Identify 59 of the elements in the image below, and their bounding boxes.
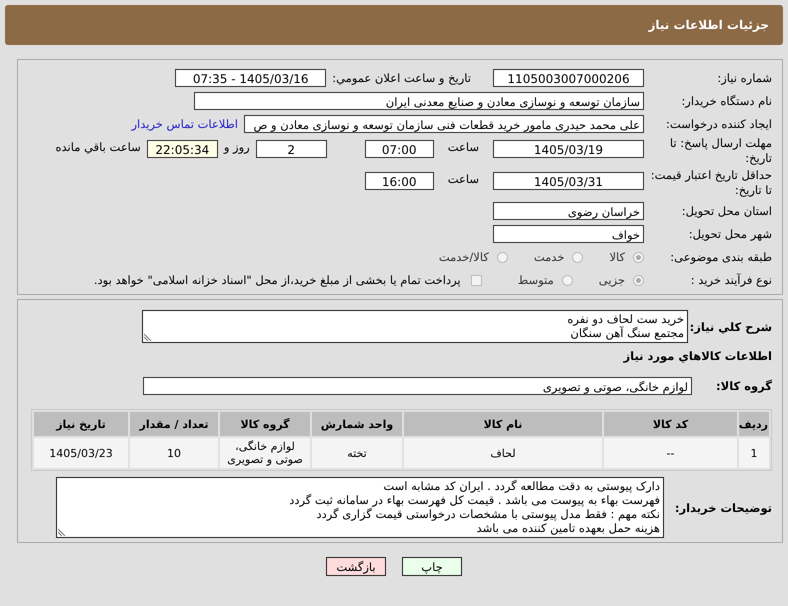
process-radio[interactable]: متوسط	[518, 273, 573, 287]
category-radio[interactable]: کالا/خدمت	[438, 250, 508, 264]
column-header: کد کالا	[604, 412, 737, 436]
process-radio[interactable]: جزیی	[598, 273, 644, 287]
need-number-field[interactable]: 1105003007000206	[493, 69, 644, 87]
table-cell: 10	[130, 438, 218, 468]
field-label: استان محل تحویل:	[680, 204, 773, 218]
remaining-time-field[interactable]: 22:05:34	[146, 140, 218, 158]
column-header: نام کالا	[404, 412, 602, 436]
field-label: شماره نیاز:	[716, 71, 773, 85]
validity-date-field[interactable]: 1405/03/31	[493, 172, 644, 190]
field-label: شرح کلي نیاز:	[692, 320, 773, 334]
table-cell: لوازم خانگی، صوتی و تصویری	[220, 438, 310, 468]
print-button[interactable]: چاپ	[402, 557, 462, 576]
buyer-org-field[interactable]: سازمان توسعه و نوسازی معادن و صنایع معدنی ایران	[194, 92, 644, 110]
city-field[interactable]: خواف	[493, 225, 644, 243]
buyer-contact-link[interactable]: اطلاعات تماس خریدار	[131, 117, 238, 131]
province-field[interactable]: خراسان رضوی	[493, 202, 644, 220]
field-label: حداقل تاریخ اعتبار قیمت: تا تاریخ:	[650, 168, 773, 198]
requester-field[interactable]: علی محمد حیدری مامور خرید قطعات فنی سازمان توسعه و نوسازی معادن و ص	[244, 115, 644, 133]
days-field[interactable]: 2	[256, 140, 327, 158]
table-cell: 1	[739, 438, 769, 468]
field-label: طبقه بندی موضوعی:	[669, 250, 773, 264]
field-label: ساعت	[448, 140, 479, 154]
category-radio[interactable]: خدمت	[534, 250, 584, 264]
back-button[interactable]: بازگشت	[326, 557, 386, 576]
field-label: گروه کالا:	[715, 379, 773, 393]
column-header: گروه کالا	[220, 412, 310, 436]
resize-grip-icon[interactable]	[144, 333, 152, 341]
column-header: تاریخ نیاز	[34, 412, 128, 436]
deadline-date-field[interactable]: 1405/03/19	[493, 140, 644, 158]
field-label: نام دستگاه خریدار:	[680, 94, 773, 108]
field-label: تاریخ و ساعت اعلان عمومي:	[332, 71, 471, 85]
table-cell: تخته	[312, 438, 402, 468]
field-label: ساعت باقي مانده	[56, 140, 141, 154]
deadline-time-field[interactable]: 07:00	[364, 140, 434, 158]
description-textarea[interactable]: خرید ست لحاف دو نفره مجتمع سنگ آهن سنگان	[142, 310, 688, 343]
resize-grip-icon[interactable]	[58, 528, 66, 536]
treasury-checkbox[interactable]: پرداخت تمام یا بخشی از مبلغ خرید،از محل "اسناد خزانه اسلامی" خواهد بود.	[94, 273, 482, 287]
field-label: روز و	[224, 140, 250, 154]
table-cell: --	[604, 438, 737, 468]
page-title: جزئیات اطلاعات نیاز	[648, 18, 769, 32]
goods-group-field[interactable]: لوازم خانگی، صوتی و تصویری	[143, 377, 692, 395]
field-label: شهر محل تحویل:	[688, 227, 773, 241]
field-label: ساعت	[448, 172, 479, 186]
field-label: ایجاد کننده درخواست:	[665, 117, 773, 131]
validity-time-field[interactable]: 16:00	[364, 172, 434, 190]
field-label: مهلت ارسال پاسخ: تا تاریخ:	[668, 136, 773, 166]
column-header: ردیف	[739, 412, 769, 436]
category-radio[interactable]: کالا	[609, 250, 644, 264]
table-cell: لحاف	[404, 438, 602, 468]
field-label: نوع فرآیند خرید :	[690, 273, 773, 287]
field-label: توضیحات خریدار:	[674, 500, 773, 514]
announce-date-field[interactable]: 1405/03/16 - 07:35	[175, 69, 326, 87]
section-title: اطلاعات کالاهاي مورد نیاز	[622, 349, 773, 363]
column-header: واحد شمارش	[312, 412, 402, 436]
table-cell: 1405/03/23	[34, 438, 128, 468]
notes-textarea[interactable]: دارک پیوستی به دقت مطالعه گردد . ایران کد مشابه است فهرست بهاء به پیوست می باشد . قیمت کل فهرست بهاء در سامانه ثبت گردد نکته مهم : فقط مدل پیوستی با مشخصات درخواستی قیمت گزاری گردد هزینه حمل بعهده تامین کننده می باشد	[56, 477, 664, 538]
column-header: تعداد / مقدار	[130, 412, 218, 436]
